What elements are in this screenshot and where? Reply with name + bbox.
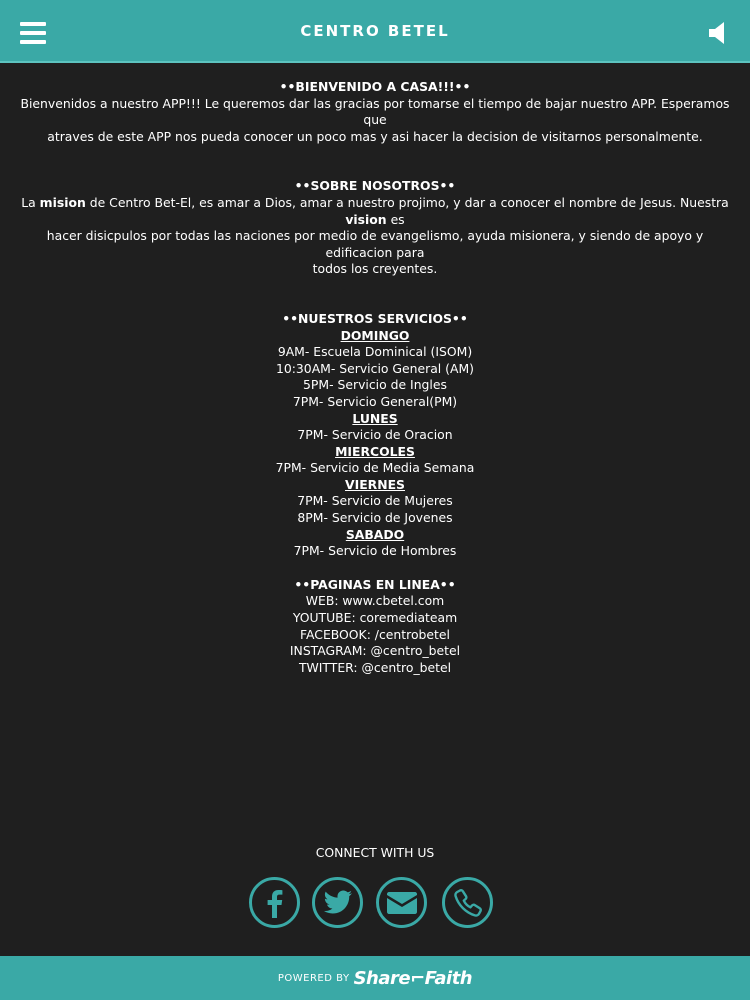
service-item: 7PM- Servicio General(PM) [292, 393, 458, 409]
about-heading: ••SOBRE NOSOTROS•• [294, 178, 456, 194]
welcome-heading: ••BIENVENIDO A CASA!!!•• [279, 79, 471, 94]
service-item: 7PM- Servicio de Mujeres [297, 493, 453, 509]
online-link: YOUTUBE: coremediateam [292, 610, 458, 626]
service-item: 7PM- Servicio de Hombres [293, 543, 457, 559]
powered-by-label: POWERED BY [277, 972, 350, 984]
service-item: 5PM- Servicio de Ingles [303, 377, 447, 393]
service-item: 7PM- Servicio de Media Semana [275, 460, 475, 476]
service-day: MIERCOLES [335, 443, 415, 459]
about-line: hacer disicpulos por todas las naciones … [46, 228, 704, 260]
twitter-icon [323, 890, 352, 913]
welcome-line: Bienvenidos a nuestro APP!!! Le queremos… [20, 95, 730, 128]
connect-label: CONNECT WITH US [315, 845, 435, 860]
speaker-icon[interactable] [708, 21, 728, 45]
online-link: INSTAGRAM: @centro_betel [289, 643, 461, 659]
service-item: 7PM- Servicio de Oracion [297, 427, 453, 443]
online-link: WEB: www.cbetel.com [305, 593, 445, 609]
powered-by[interactable]: POWERED BY Share⌐Faith [0, 956, 750, 1000]
service-day: SABADO [345, 526, 405, 542]
app-header: CENTRO BETEL [0, 0, 750, 63]
social-buttons [0, 877, 750, 935]
email-icon [386, 891, 417, 914]
main-content: ••BIENVENIDO A CASA!!!•• Bienvenidos a n… [20, 79, 730, 676]
phone-icon [453, 888, 482, 917]
welcome-line: atraves de este APP nos pueda conocer un… [47, 128, 703, 144]
service-item: 8PM- Servicio de Jovenes [297, 510, 453, 526]
online-link: TWITTER: @centro_betel [298, 659, 452, 675]
sharefaith-logo: Share⌐Faith [353, 967, 473, 989]
services-heading: ••NUESTROS SERVICIOS•• [282, 310, 468, 326]
about-line: todos los creyentes. [312, 261, 438, 277]
vision-word: vision [345, 211, 387, 227]
footer-bar: POWERED BY Share⌐Faith [0, 956, 750, 1000]
about-line: La mision de Centro Bet-El, es amar a Di… [20, 195, 730, 228]
service-item: 10:30AM- Servicio General (AM) [275, 360, 475, 376]
online-link: FACEBOOK: /centrobetel [300, 626, 450, 642]
service-day: VIERNES [345, 476, 405, 492]
about-text: La [21, 194, 40, 210]
facebook-icon [267, 889, 282, 918]
service-day: LUNES [352, 410, 398, 426]
online-heading: ••PAGINAS EN LINEA•• [294, 576, 456, 592]
phone-button[interactable] [442, 877, 493, 928]
facebook-button[interactable] [249, 877, 300, 928]
about-text: de Centro Bet-El, es amar a Dios, amar a… [85, 194, 729, 210]
mision-word: mision [39, 194, 86, 210]
about-text: es [386, 211, 405, 227]
app-title: CENTRO BETEL [300, 22, 450, 40]
service-item: 9AM- Escuela Dominical (ISOM) [277, 344, 473, 360]
service-day: DOMINGO [340, 327, 410, 343]
twitter-button[interactable] [312, 877, 363, 928]
email-button[interactable] [376, 877, 427, 928]
